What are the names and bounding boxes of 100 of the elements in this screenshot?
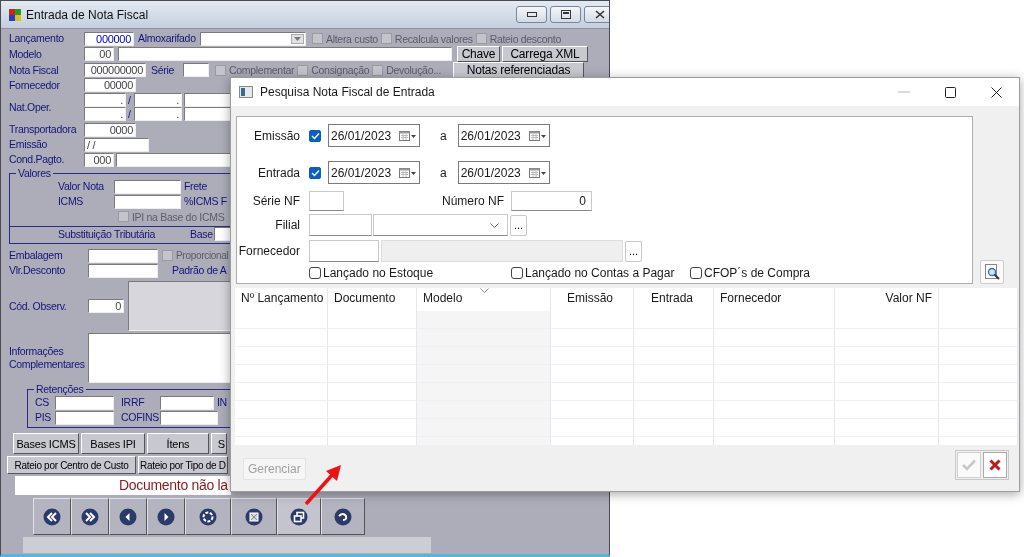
field-label: Número NF	[441, 194, 504, 208]
maximize-icon	[560, 10, 571, 19]
dropdown-field[interactable]	[200, 31, 306, 46]
text-field[interactable]	[88, 263, 158, 278]
column-header[interactable]: Fornecedor	[714, 288, 835, 311]
date-picker[interactable]: 26/01/2023	[328, 161, 420, 184]
text-area[interactable]	[88, 333, 233, 383]
text-field[interactable]: .	[84, 107, 126, 121]
checkbox[interactable]	[309, 129, 321, 142]
text-field[interactable]: 0	[511, 191, 592, 211]
text-field[interactable]: .	[134, 107, 182, 121]
checkbox[interactable]	[690, 267, 702, 279]
minimize-icon	[526, 11, 537, 18]
rewind-icon	[43, 507, 61, 526]
checkbox[interactable]	[511, 267, 523, 279]
text-field[interactable]	[309, 240, 379, 262]
window-icon	[239, 86, 253, 98]
lookup-button[interactable]: ...	[510, 214, 527, 236]
text-field[interactable]	[55, 410, 114, 425]
column-header[interactable]: Valor NF	[835, 288, 939, 311]
toolbar-button[interactable]	[321, 498, 365, 535]
toolbar-button[interactable]	[185, 498, 231, 535]
text-field[interactable]: 000000	[84, 31, 134, 46]
text-field[interactable]	[114, 179, 181, 194]
ring-icon	[199, 507, 217, 526]
close-icon	[990, 86, 1002, 98]
button[interactable]: Notas referenciadas	[453, 62, 584, 78]
close-button[interactable]	[584, 6, 609, 23]
checkbox-label: Proporcional	[176, 250, 229, 261]
field-label: Fornecedor	[9, 78, 61, 92]
field-label: Base	[190, 227, 214, 241]
button[interactable]: Rateio por Centro de Custo	[7, 456, 136, 474]
toolbar-button[interactable]	[109, 498, 147, 535]
text-field[interactable]	[160, 395, 214, 410]
sort-indicator-icon	[480, 288, 489, 293]
button[interactable]: S	[211, 433, 227, 454]
status-message: Documento não la	[15, 476, 231, 495]
column-header[interactable]: Documento	[328, 288, 417, 311]
field-label: PIS	[35, 411, 53, 424]
field-label: Nat.Oper.	[9, 100, 53, 114]
button[interactable]: Ítens	[147, 433, 209, 454]
maximize-icon	[944, 86, 956, 98]
text-field[interactable]: 00000	[84, 78, 136, 92]
column-header[interactable]: Nº Lançamento	[235, 288, 328, 311]
button[interactable]: Chave	[457, 46, 500, 62]
button[interactable]: Carrega XML	[502, 46, 588, 62]
toolbar-button[interactable]	[147, 498, 185, 535]
text-field[interactable]	[55, 395, 114, 410]
cancel-button[interactable]	[983, 452, 1007, 478]
date-picker[interactable]: 26/01/2023	[457, 124, 550, 147]
minimize-button[interactable]	[516, 6, 547, 23]
maximize-button[interactable]	[550, 6, 581, 23]
toolbar-button[interactable]	[71, 498, 109, 535]
field-label: Série	[151, 63, 175, 77]
field-label: Vlr.Desconto	[9, 264, 66, 277]
group-label: Retenções	[35, 384, 85, 395]
lookup-button[interactable]: ...	[625, 240, 642, 262]
checkbox-label: Consignação	[311, 64, 370, 76]
dropdown-field[interactable]	[373, 214, 508, 236]
button[interactable]: Rateio por Tipo de D	[138, 456, 228, 474]
search-button[interactable]	[980, 260, 1004, 284]
column-header[interactable]: Entrada	[634, 288, 714, 311]
toolbar-button[interactable]	[33, 498, 71, 535]
date-picker[interactable]: 26/01/2023	[457, 161, 550, 184]
text-field[interactable]: 0000	[84, 122, 136, 137]
text-field[interactable]	[309, 191, 344, 211]
button[interactable]: Bases IPI	[81, 433, 145, 454]
text-field[interactable]: / /	[84, 137, 149, 152]
text-field[interactable]: .	[134, 93, 182, 107]
field-label: Modelo	[9, 47, 43, 61]
fast-forward-icon	[81, 507, 99, 526]
field-label: Cond.Pagto.	[9, 153, 66, 166]
text-field[interactable]: 00	[84, 47, 114, 61]
field-label: Série NF	[251, 194, 300, 208]
text-field[interactable]	[183, 63, 209, 77]
field-label: ICMS	[58, 195, 85, 208]
text-field[interactable]: .	[84, 93, 126, 107]
text-field[interactable]	[116, 152, 233, 167]
toolbar-button[interactable]	[277, 498, 321, 535]
checkbox-label: Rateio desconto	[489, 32, 561, 45]
column-header[interactable]: Emissão	[551, 288, 634, 311]
text-field[interactable]	[309, 214, 372, 236]
text-field[interactable]: 000000000	[84, 63, 146, 77]
text-field[interactable]	[118, 47, 452, 61]
button[interactable]: Bases ICMS	[13, 433, 79, 454]
chevron-down-icon	[490, 222, 499, 228]
date-picker[interactable]: 26/01/2023	[328, 124, 420, 147]
toolbar-button[interactable]	[231, 498, 277, 535]
checkbox[interactable]	[309, 166, 321, 179]
text-field[interactable]	[114, 194, 181, 209]
text-field[interactable]: 000	[84, 152, 114, 167]
field-label: Embalagem	[9, 249, 64, 262]
field-label: Lançamento	[9, 32, 65, 45]
text-field[interactable]: 0	[88, 299, 124, 313]
text-field[interactable]	[160, 410, 218, 425]
checkbox[interactable]	[309, 267, 321, 279]
checkbox-label: IPI na Base do ICMS	[132, 210, 225, 223]
text-field[interactable]	[88, 248, 158, 263]
field-label: Entrada	[256, 165, 300, 180]
checkbox-label: CFOP´s de Compra	[704, 266, 811, 280]
